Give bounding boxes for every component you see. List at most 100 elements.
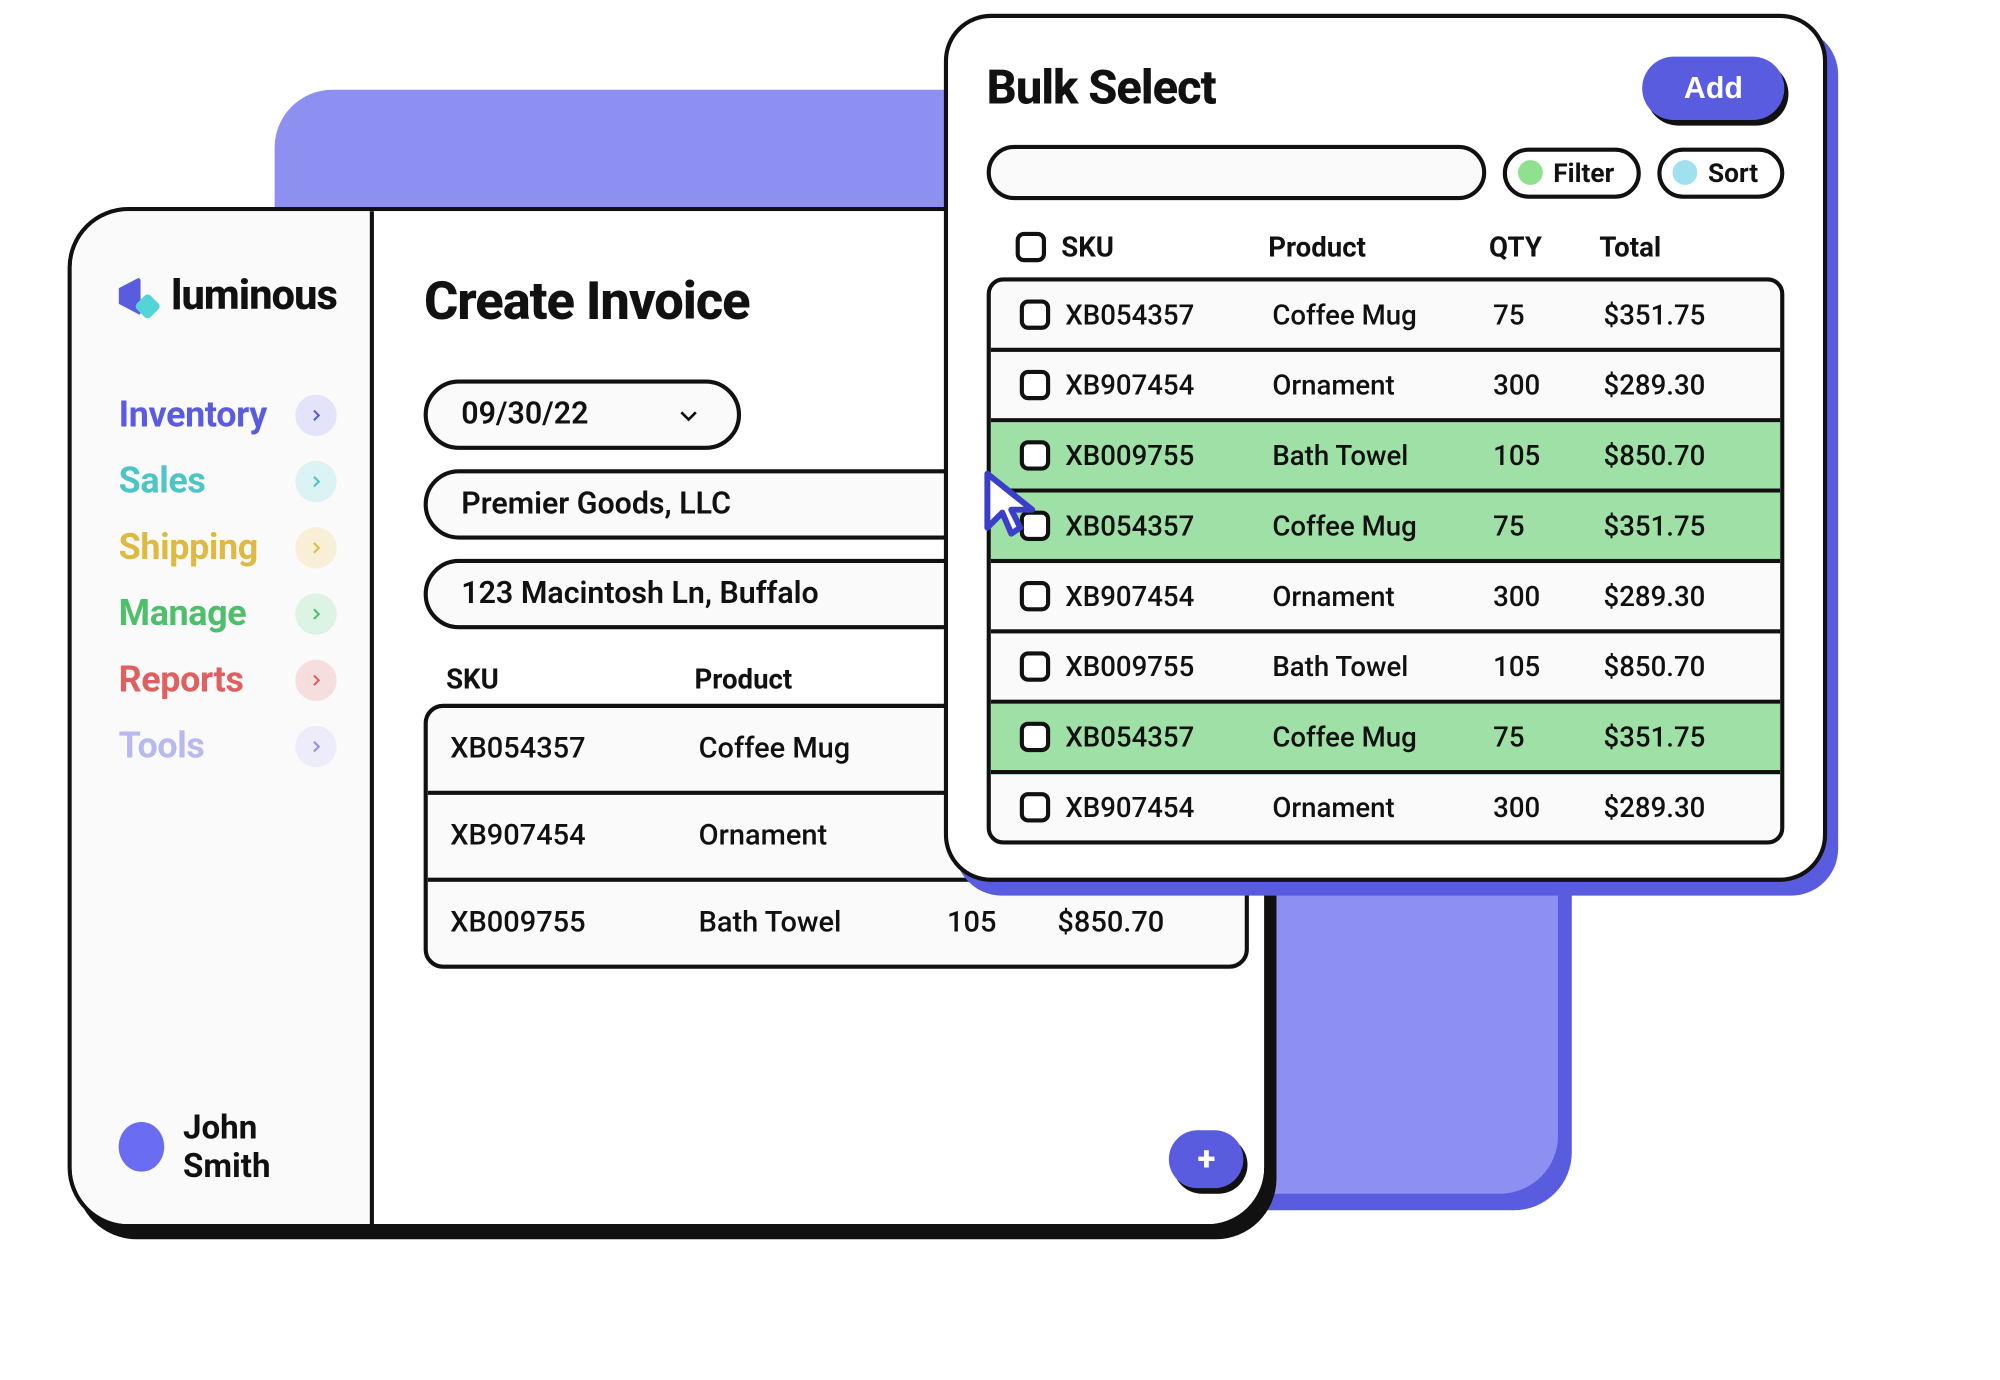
col-sku: SKU	[1061, 230, 1268, 263]
address-value: 123 Macintosh Ln, Buffalo	[461, 577, 818, 612]
cell-sku: XB009755	[450, 907, 698, 940]
sidebar-item-label: Inventory	[119, 395, 267, 436]
chevron-right-icon	[296, 395, 337, 436]
filter-label: Filter	[1553, 157, 1614, 189]
cell-sku: XB054357	[1065, 720, 1272, 753]
chevron-right-icon	[296, 726, 337, 767]
chevron-right-icon	[296, 660, 337, 701]
chevron-right-icon	[296, 527, 337, 568]
col-qty: QTY	[1489, 230, 1599, 263]
table-row[interactable]: XB009755Bath Towel105$850.70	[428, 882, 1245, 965]
sidebar-item-label: Sales	[119, 461, 206, 502]
cell-qty: 75	[1493, 720, 1603, 753]
user-row[interactable]: John Smith	[119, 1108, 337, 1185]
filter-chip[interactable]: Filter	[1502, 147, 1640, 198]
cell-qty: 75	[1493, 298, 1603, 331]
cell-sku: XB009755	[1065, 650, 1272, 683]
sidebar-item-tools[interactable]: Tools	[119, 726, 337, 767]
cell-total: $351.75	[1604, 720, 1767, 753]
table-row[interactable]: XB009755Bath Towel105$850.70	[991, 422, 1780, 492]
cell-total: $850.70	[1604, 439, 1767, 472]
cell-product: Ornament	[699, 820, 947, 853]
cell-qty: 300	[1493, 791, 1603, 824]
cell-total: $850.70	[1057, 907, 1223, 940]
cell-product: Ornament	[1272, 791, 1493, 824]
cell-qty: 300	[1493, 368, 1603, 401]
plus-icon: +	[1197, 1140, 1215, 1179]
user-name: John Smith	[183, 1108, 337, 1185]
select-all-checkbox[interactable]	[1016, 232, 1046, 262]
bulk-title: Bulk Select	[987, 61, 1216, 116]
table-row[interactable]: XB054357Coffee Mug75$351.75	[991, 704, 1780, 774]
cell-qty: 105	[947, 907, 1057, 940]
row-checkbox[interactable]	[1020, 792, 1050, 822]
cell-sku: XB907454	[1065, 580, 1272, 613]
add-row-button[interactable]: +	[1169, 1130, 1244, 1188]
cell-total: $850.70	[1604, 650, 1767, 683]
cell-sku: XB054357	[1065, 509, 1272, 542]
cell-product: Coffee Mug	[699, 733, 947, 766]
vendor-value: Premier Goods, LLC	[461, 487, 731, 522]
table-row[interactable]: XB009755Bath Towel105$850.70	[991, 633, 1780, 703]
cell-product: Coffee Mug	[1272, 298, 1493, 331]
sidebar-item-manage[interactable]: Manage	[119, 593, 337, 634]
cell-product: Coffee Mug	[1272, 509, 1493, 542]
col-total: Total	[1599, 230, 1770, 263]
sidebar-item-label: Tools	[119, 726, 205, 767]
bulk-select-panel: Bulk Select Add Filter Sort SKU Product …	[944, 14, 1827, 882]
sidebar-item-label: Shipping	[119, 527, 258, 568]
chevron-right-icon	[296, 461, 337, 502]
sidebar-item-sales[interactable]: Sales	[119, 461, 337, 502]
chevron-right-icon	[296, 593, 337, 634]
table-row[interactable]: XB907454Ornament300$289.30	[991, 774, 1780, 840]
cell-qty: 105	[1493, 650, 1603, 683]
cell-qty: 75	[1493, 509, 1603, 542]
cell-qty: 105	[1493, 439, 1603, 472]
cell-sku: XB907454	[1065, 791, 1272, 824]
search-input[interactable]	[987, 145, 1486, 200]
col-sku: SKU	[446, 662, 694, 695]
bulk-table: XB054357Coffee Mug75$351.75XB907454Ornam…	[987, 277, 1785, 844]
cell-total: $289.30	[1604, 368, 1767, 401]
filter-dot-icon	[1517, 160, 1542, 185]
cell-sku: XB907454	[1065, 368, 1272, 401]
cell-product: Ornament	[1272, 368, 1493, 401]
row-checkbox[interactable]	[1020, 370, 1050, 400]
sort-chip[interactable]: Sort	[1657, 147, 1784, 198]
table-row[interactable]: XB054357Coffee Mug75$351.75	[991, 493, 1780, 563]
brand-logo-icon	[119, 277, 158, 316]
table-row[interactable]: XB907454Ornament300$289.30	[991, 352, 1780, 422]
sidebar-nav: Inventory Sales Shipping Manage Reports Tools	[119, 395, 337, 768]
row-checkbox[interactable]	[1020, 722, 1050, 752]
col-product: Product	[1268, 230, 1489, 263]
cell-product: Bath Towel	[699, 907, 947, 940]
sidebar-item-shipping[interactable]: Shipping	[119, 527, 337, 568]
add-button-label: Add	[1684, 70, 1743, 105]
bulk-table-header: SKU Product QTY Total	[987, 222, 1785, 277]
date-value: 09/30/22	[461, 397, 588, 432]
table-row[interactable]: XB907454Ornament300$289.30	[991, 563, 1780, 633]
cell-product: Bath Towel	[1272, 650, 1493, 683]
sort-label: Sort	[1708, 157, 1758, 189]
table-row[interactable]: XB054357Coffee Mug75$351.75	[991, 282, 1780, 352]
cell-sku: XB907454	[450, 820, 698, 853]
row-checkbox[interactable]	[1020, 440, 1050, 470]
sidebar-item-reports[interactable]: Reports	[119, 660, 337, 701]
sidebar-item-inventory[interactable]: Inventory	[119, 395, 337, 436]
sidebar-item-label: Reports	[119, 660, 244, 701]
cell-sku: XB009755	[1065, 439, 1272, 472]
add-button[interactable]: Add	[1643, 57, 1785, 120]
cell-product: Bath Towel	[1272, 439, 1493, 472]
cell-total: $351.75	[1604, 509, 1767, 542]
cell-product: Coffee Mug	[1272, 720, 1493, 753]
sidebar-item-label: Manage	[119, 593, 247, 634]
brand: luminous	[119, 272, 337, 320]
row-checkbox[interactable]	[1020, 581, 1050, 611]
row-checkbox[interactable]	[1020, 511, 1050, 541]
date-select[interactable]: 09/30/22	[424, 380, 741, 450]
row-checkbox[interactable]	[1020, 299, 1050, 329]
avatar	[119, 1122, 164, 1172]
row-checkbox[interactable]	[1020, 651, 1050, 681]
col-product: Product	[694, 662, 942, 695]
cell-product: Ornament	[1272, 580, 1493, 613]
